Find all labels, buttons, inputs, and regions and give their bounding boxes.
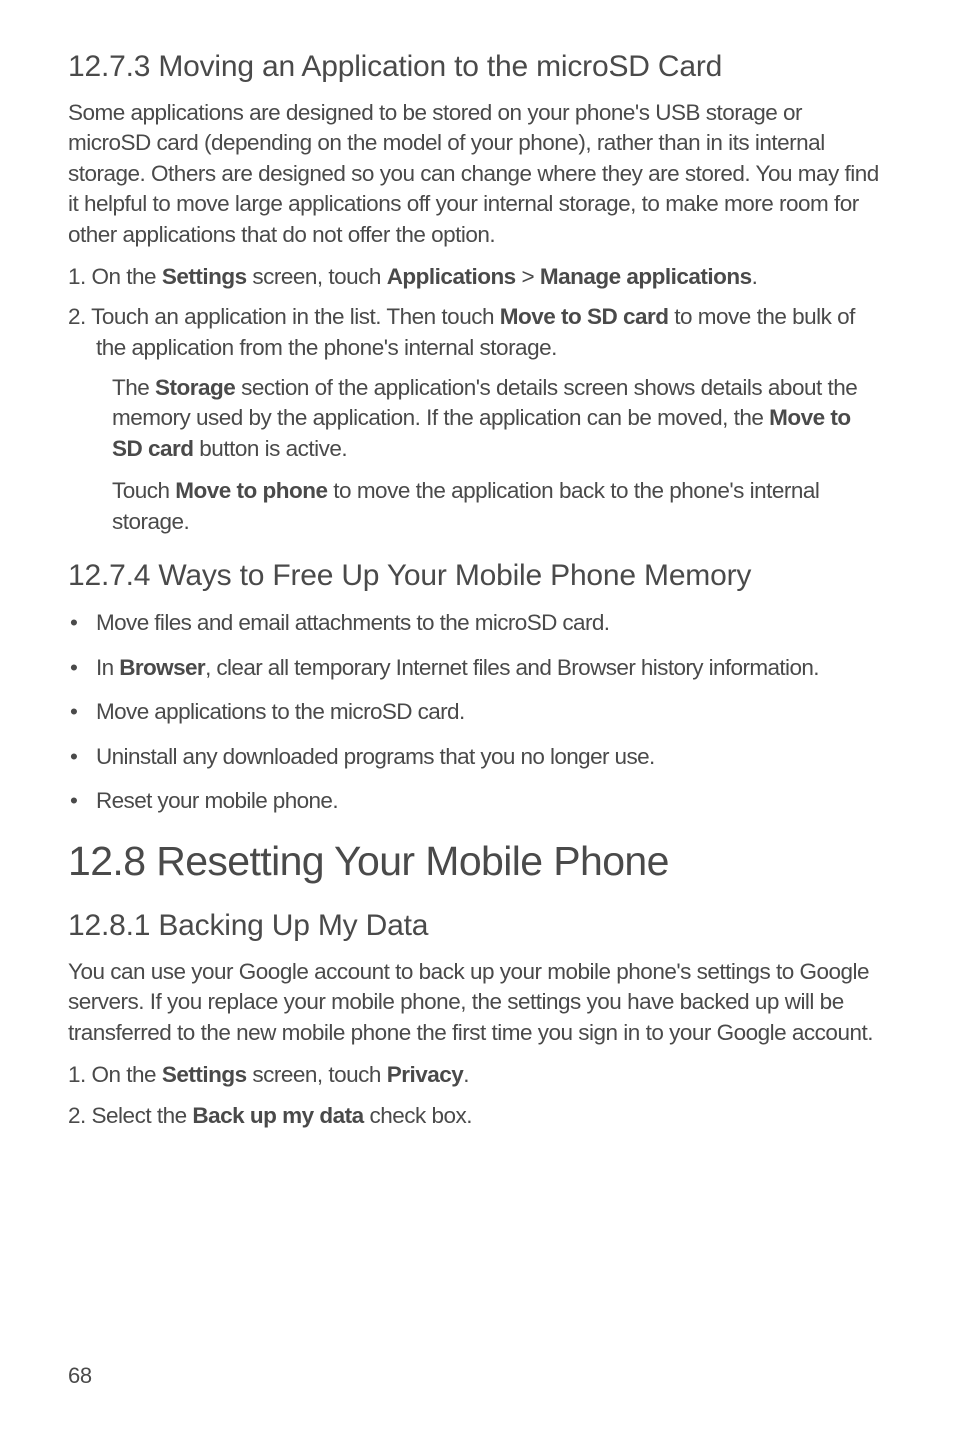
text: check box. (364, 1103, 472, 1128)
bullet-item: Uninstall any downloaded programs that y… (68, 741, 886, 774)
ui-label: Storage (155, 375, 235, 400)
ui-label: Settings (162, 264, 247, 289)
text: . (463, 1062, 469, 1087)
section-12-8-1: 12.8.1 Backing Up My Data You can use yo… (68, 909, 886, 1131)
paragraph: Some applications are designed to be sto… (68, 98, 886, 250)
text: button is active. (194, 436, 348, 461)
text: screen, touch (247, 264, 387, 289)
ordered-step-1: 1. On the Settings screen, touch Applica… (68, 262, 886, 292)
heading-12-8-1: 12.8.1 Backing Up My Data (68, 909, 886, 943)
ui-label: Back up my data (192, 1103, 363, 1128)
text: On the (92, 1062, 162, 1087)
text: , clear all temporary Internet files and… (205, 655, 819, 680)
ordered-step-1: 1. On the Settings screen, touch Privacy… (68, 1060, 886, 1090)
text: Move applications to the microSD card. (96, 699, 465, 724)
step-number: 2. (68, 1103, 92, 1128)
ordered-step-2: 2. Touch an application in the list. The… (68, 302, 886, 363)
text: In (96, 655, 119, 680)
text: Select the (92, 1103, 193, 1128)
ui-label: Manage applications (540, 264, 752, 289)
text: Touch (112, 478, 175, 503)
heading-12-7-3: 12.7.3 Moving an Application to the micr… (68, 50, 886, 84)
text: Move files and email attachments to the … (96, 610, 609, 635)
note-paragraph: Touch Move to phone to move the applicat… (112, 476, 886, 537)
bullet-item: Move applications to the microSD card. (68, 696, 886, 729)
note-paragraph: The Storage section of the application's… (112, 373, 886, 464)
text: On the (92, 264, 162, 289)
section-12-7-4: 12.7.4 Ways to Free Up Your Mobile Phone… (68, 559, 886, 818)
text: Reset your mobile phone. (96, 788, 338, 813)
ui-label: Move to phone (175, 478, 327, 503)
bullet-item: Move files and email attachments to the … (68, 607, 886, 640)
bullet-item: Reset your mobile phone. (68, 785, 886, 818)
ui-label: Privacy (387, 1062, 464, 1087)
step-number: 2. (68, 304, 91, 329)
step-number: 1. (68, 264, 92, 289)
step-number: 1. (68, 1062, 92, 1087)
text: screen, touch (247, 1062, 387, 1087)
ui-label: Settings (162, 1062, 247, 1087)
paragraph: You can use your Google account to back … (68, 957, 886, 1048)
ordered-step-2: 2. Select the Back up my data check box. (68, 1101, 886, 1131)
heading-12-8: 12.8 Resetting Your Mobile Phone (68, 838, 886, 885)
ui-label: Browser (119, 655, 205, 680)
heading-12-7-4: 12.7.4 Ways to Free Up Your Mobile Phone… (68, 559, 886, 593)
text: Touch an application in the list. Then t… (91, 304, 500, 329)
text: The (112, 375, 155, 400)
page-number: 68 (68, 1363, 92, 1389)
text: . (752, 264, 758, 289)
bullet-item: In Browser, clear all temporary Internet… (68, 652, 886, 685)
text: Uninstall any downloaded programs that y… (96, 744, 655, 769)
ui-label: Move to SD card (500, 304, 669, 329)
text: > (516, 264, 540, 289)
ui-label: Applications (387, 264, 516, 289)
section-12-7-3: 12.7.3 Moving an Application to the micr… (68, 50, 886, 537)
